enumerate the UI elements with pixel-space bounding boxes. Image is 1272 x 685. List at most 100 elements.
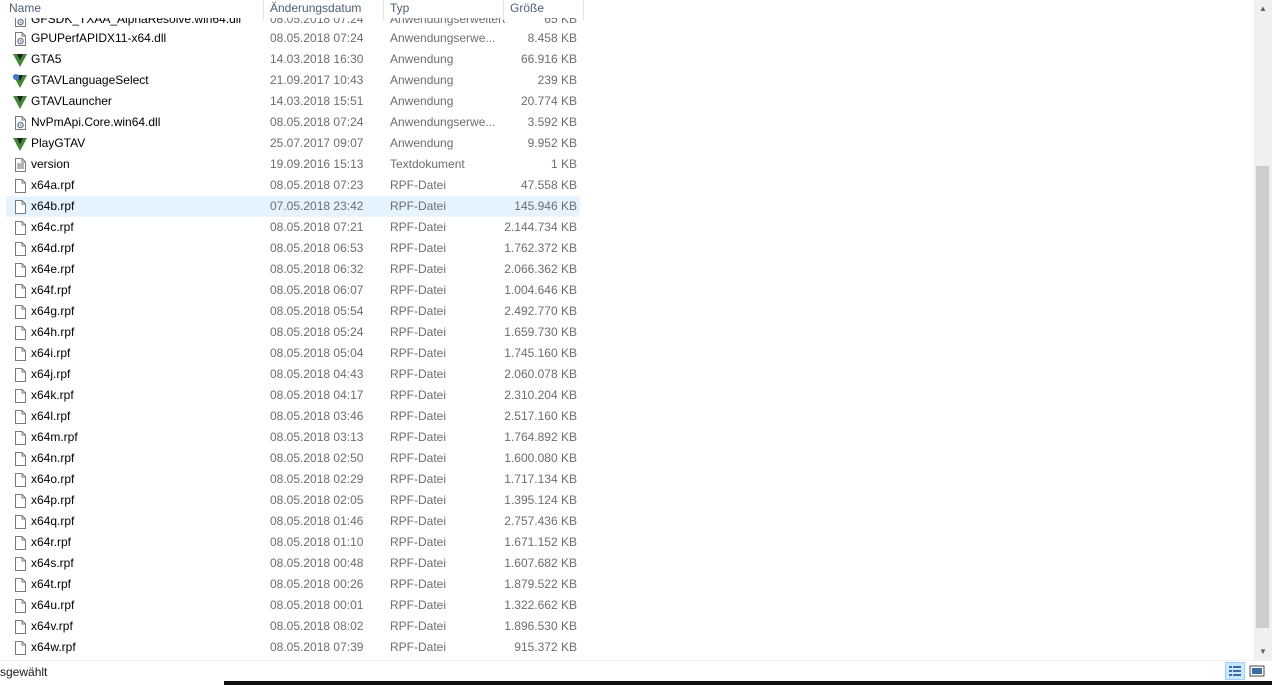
file-size: 1.879.522 KB [504,577,577,591]
file-name: NvPmApi.Core.win64.dll [31,115,161,129]
file-date: 08.05.2018 06:32 [270,262,364,276]
file-icon [12,514,28,530]
column-header-date[interactable]: Änderungsdatum [270,0,361,18]
file-type: RPF-Datei [390,367,447,381]
file-size: 1.671.152 KB [504,535,577,549]
file-row[interactable]: x64d.rpf 08.05.2018 06:53 RPF-Datei 1.762.3… [6,238,580,259]
file-size: 1.659.730 KB [504,325,577,339]
file-row[interactable]: x64o.rpf 08.05.2018 02:29 RPF-Datei 1.717.1… [6,469,580,490]
file-row[interactable]: GTA5 14.03.2018 16:30 Anwendung 66.916 KB [6,49,580,70]
file-icon [12,178,28,194]
file-date: 08.05.2018 06:07 [270,283,364,297]
file-name: x64b.rpf [31,199,75,213]
large-icons-view-button[interactable] [1247,662,1267,680]
file-row[interactable]: x64l.rpf 08.05.2018 03:46 RPF-Datei 2.517.1… [6,406,580,427]
file-icon [12,367,28,383]
file-type: RPF-Datei [390,619,447,633]
gta-v-icon [12,52,28,68]
file-icon [12,388,28,404]
file-type: RPF-Datei [390,199,447,213]
file-size: 66.916 KB [520,52,577,66]
file-row[interactable]: version 19.09.2016 15:13 Textdokument 1 KB [6,154,580,175]
file-date: 08.05.2018 01:46 [270,514,364,528]
file-row[interactable]: x64g.rpf 08.05.2018 05:54 RPF-Datei 2.492.7… [6,301,580,322]
file-row[interactable]: x64i.rpf 08.05.2018 05:04 RPF-Datei 1.745.1… [6,343,580,364]
file-type: RPF-Datei [390,556,447,570]
file-type: Textdokument [390,157,465,171]
file-row[interactable]: x64r.rpf 08.05.2018 01:10 RPF-Datei 1.671.1… [6,532,580,553]
file-icon [12,619,28,635]
file-size: 145.946 KB [514,199,577,213]
gta-v-language-icon [12,73,28,89]
column-header-size[interactable]: Größe [510,0,544,18]
file-row[interactable]: x64j.rpf 08.05.2018 04:43 RPF-Datei 2.060.0… [6,364,580,385]
file-row[interactable]: x64n.rpf 08.05.2018 02:50 RPF-Datei 1.600.0… [6,448,580,469]
file-date: 07.05.2018 23:42 [270,199,364,213]
column-divider[interactable] [503,0,504,20]
file-size: 1.764.892 KB [504,430,577,444]
file-icon [12,430,28,446]
column-divider[interactable] [383,0,384,20]
column-header-type[interactable]: Typ [390,0,409,18]
column-divider[interactable] [583,0,584,20]
file-name: x64o.rpf [31,472,75,486]
file-name: version [31,157,70,171]
file-size: 9.952 KB [527,136,577,150]
file-type: RPF-Datei [390,514,447,528]
file-type: RPF-Datei [390,283,447,297]
file-row[interactable]: x64p.rpf 08.05.2018 02:05 RPF-Datei 1.395.1… [6,490,580,511]
dll-file-icon [12,31,28,47]
file-row[interactable]: PlayGTAV 25.07.2017 09:07 Anwendung 9.952 K… [6,133,580,154]
file-type: RPF-Datei [390,220,447,234]
file-name: x64n.rpf [31,451,75,465]
file-name: x64q.rpf [31,514,75,528]
scrollbar-thumb[interactable] [1256,166,1269,628]
file-name: GPUPerfAPIDX11-x64.dll [31,31,167,45]
file-icon [12,346,28,362]
file-date: 08.05.2018 05:24 [270,325,364,339]
file-name: x64g.rpf [31,304,75,318]
file-row[interactable]: x64h.rpf 08.05.2018 05:24 RPF-Datei 1.659.7… [6,322,580,343]
file-icon [12,325,28,341]
file-size: 1.717.134 KB [504,472,577,486]
file-size: 2.757.436 KB [504,514,577,528]
scroll-down-arrow-icon[interactable]: ▼ [1254,643,1272,660]
file-row[interactable]: x64e.rpf 08.05.2018 06:32 RPF-Datei 2.066.3… [6,259,580,280]
file-icon [12,283,28,299]
file-size: 2.492.770 KB [504,304,577,318]
file-row[interactable]: x64b.rpf 07.05.2018 23:42 RPF-Datei 145.946… [6,196,580,217]
file-size: 1.322.662 KB [504,598,577,612]
file-icon [12,535,28,551]
file-row[interactable]: x64t.rpf 08.05.2018 00:26 RPF-Datei 1.879.5… [6,574,580,595]
column-header-name[interactable]: Name [9,0,41,18]
file-type: RPF-Datei [390,325,447,339]
file-icon [12,262,28,278]
file-row[interactable]: x64s.rpf 08.05.2018 00:48 RPF-Datei 1.607.6… [6,553,580,574]
file-icon [12,409,28,425]
file-type: RPF-Datei [390,598,447,612]
file-row[interactable]: x64m.rpf 08.05.2018 03:13 RPF-Datei 1.764.8… [6,427,580,448]
file-list: GFSDK_TXAA_AlphaResolve.win64.dll 08.05.… [0,0,1254,660]
file-type: Anwendung [390,52,454,66]
file-row[interactable]: x64k.rpf 08.05.2018 04:17 RPF-Datei 2.310.2… [6,385,580,406]
file-icon [12,199,28,215]
file-name: x64k.rpf [31,388,74,402]
file-row[interactable]: GPUPerfAPIDX11-x64.dll 08.05.2018 07:24 An… [6,28,580,49]
column-divider[interactable] [263,0,264,20]
file-row[interactable]: GTAVLauncher 14.03.2018 15:51 Anwendung 20.… [6,91,580,112]
file-row[interactable]: x64u.rpf 08.05.2018 00:01 RPF-Datei 1.322.6… [6,595,580,616]
file-row[interactable]: GTAVLanguageSelect 21.09.2017 10:43 Anwend… [6,70,580,91]
file-row[interactable]: x64f.rpf 08.05.2018 06:07 RPF-Datei 1.004.6… [6,280,580,301]
file-row[interactable]: x64c.rpf 08.05.2018 07:21 RPF-Datei 2.144.7… [6,217,580,238]
file-row[interactable]: x64w.rpf 08.05.2018 07:39 RPF-Datei 915.372… [6,637,580,658]
file-row[interactable]: x64q.rpf 08.05.2018 01:46 RPF-Datei 2.757.4… [6,511,580,532]
file-size: 2.144.734 KB [504,220,577,234]
file-row[interactable]: NvPmApi.Core.win64.dll 08.05.2018 07:24 An… [6,112,580,133]
vertical-scrollbar[interactable]: ▲ ▼ [1254,0,1272,660]
dll-file-icon [12,115,28,131]
file-row[interactable]: x64v.rpf 08.05.2018 08:02 RPF-Datei 1.896.5… [6,616,580,637]
file-row[interactable]: x64a.rpf 08.05.2018 07:23 RPF-Datei 47.558 … [6,175,580,196]
file-type: Anwendung [390,94,454,108]
scroll-up-arrow-icon[interactable]: ▲ [1254,0,1272,17]
details-view-button[interactable] [1225,662,1245,680]
